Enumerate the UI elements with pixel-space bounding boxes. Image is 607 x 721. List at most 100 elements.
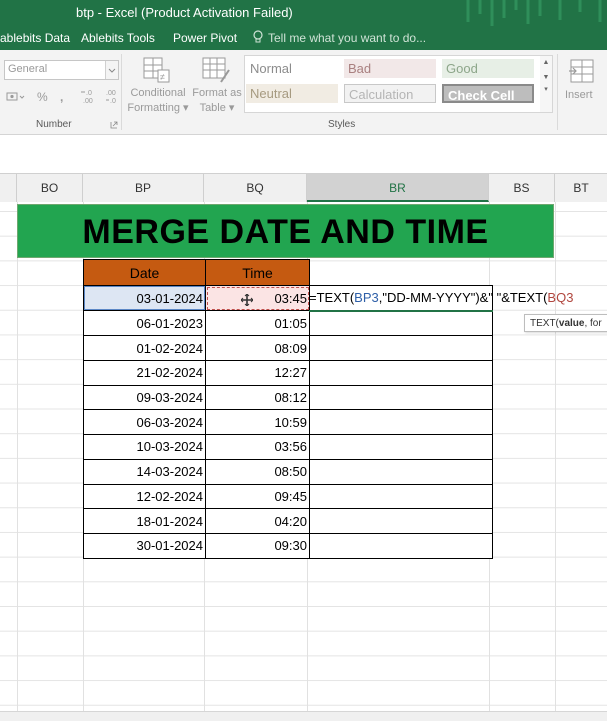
- time-cell[interactable]: 08:09: [205, 335, 310, 362]
- increase-decimal-icon[interactable]: .0 .00: [80, 87, 98, 105]
- tooltip-rest: , for: [584, 318, 602, 329]
- number-format-dropdown[interactable]: General: [4, 60, 119, 80]
- chevron-down-icon[interactable]: [105, 61, 118, 79]
- formula-part-2: ,"DD-MM-YYYY")&" "&TEXT(: [378, 290, 548, 305]
- ribbon: General % , .0 .00 .00 .0 Number ≠ Condi…: [0, 50, 607, 135]
- column-headers: BO BP BQ BR BS BT: [0, 173, 607, 203]
- date-cell[interactable]: 01-02-2024: [83, 335, 206, 362]
- in-cell-formula[interactable]: =TEXT(BP3,"DD-MM-YYYY")&" "&TEXT(BQ3: [309, 290, 607, 308]
- style-normal[interactable]: Normal: [246, 59, 338, 78]
- gallery-up-icon[interactable]: ▲: [540, 59, 552, 66]
- format-as-table-icon[interactable]: [201, 56, 231, 84]
- dialog-launcher-icon[interactable]: [110, 121, 118, 129]
- tab-ablebits-data[interactable]: ablebits Data: [0, 31, 70, 45]
- time-cell[interactable]: 08:50: [205, 458, 310, 485]
- tooltip-arg: value: [558, 318, 585, 329]
- conditional-formatting-button[interactable]: Conditional Formatting ▾: [127, 86, 189, 116]
- column-header-bt[interactable]: BT: [555, 174, 607, 202]
- number-format-value: General: [8, 63, 48, 75]
- currency-format-icon[interactable]: [6, 90, 26, 104]
- percent-style-button[interactable]: %: [37, 90, 48, 104]
- format-as-table-label-2: Table ▾: [199, 102, 235, 114]
- decrease-decimal-icon[interactable]: .00 .0: [104, 87, 122, 105]
- tab-ablebits-tools[interactable]: Ablebits Tools: [81, 31, 155, 45]
- format-as-table-button[interactable]: Format as Table ▾: [190, 86, 244, 116]
- cell-cursor-icon: [241, 294, 253, 306]
- ribbon-tabs: ablebits Data Ablebits Tools Power Pivot…: [0, 26, 607, 50]
- time-cell[interactable]: 09:45: [205, 483, 310, 510]
- header-date[interactable]: Date: [83, 259, 206, 286]
- time-cell[interactable]: 10:59: [205, 409, 310, 436]
- time-cell[interactable]: 01:05: [205, 310, 310, 337]
- date-cell[interactable]: 10-03-2024: [83, 434, 206, 460]
- select-all-corner[interactable]: [0, 174, 17, 202]
- formula-ref-bp3: BP3: [354, 290, 379, 305]
- date-cell[interactable]: 18-01-2024: [83, 508, 206, 534]
- gallery-scrollbar[interactable]: ▲ ▼ ▾: [540, 55, 553, 113]
- formula-part-1: =TEXT(: [309, 290, 355, 305]
- column-header-bo[interactable]: BO: [17, 174, 83, 202]
- svg-text:.00: .00: [106, 90, 116, 97]
- time-cell[interactable]: 09:30: [205, 532, 310, 559]
- time-cell[interactable]: 03:45: [205, 284, 310, 312]
- conditional-formatting-icon[interactable]: ≠: [142, 56, 172, 84]
- result-cell[interactable]: [309, 360, 493, 386]
- cell-styles-gallery: Normal Bad Good Neutral Calculation Chec…: [244, 55, 542, 113]
- svg-text:≠: ≠: [160, 72, 165, 82]
- column-header-bs[interactable]: BS: [489, 174, 555, 202]
- tooltip-fn: TEXT(: [530, 318, 559, 329]
- gridline: [555, 202, 556, 712]
- header-blank-cell[interactable]: [309, 259, 492, 286]
- style-good[interactable]: Good: [442, 59, 534, 78]
- date-cell[interactable]: 21-02-2024: [83, 360, 206, 386]
- tell-me-input[interactable]: Tell me what you want to do...: [268, 31, 426, 45]
- styles-group-label: Styles: [328, 119, 356, 130]
- table-row: 18-01-2024 04:20: [83, 508, 493, 534]
- time-cell[interactable]: 12:27: [205, 360, 310, 386]
- insert-cells-icon: [569, 59, 594, 83]
- insert-button[interactable]: Insert: [563, 54, 601, 106]
- tab-power-pivot[interactable]: Power Pivot: [173, 31, 237, 45]
- column-header-bp[interactable]: BP: [83, 174, 204, 202]
- header-time[interactable]: Time: [205, 259, 310, 286]
- style-neutral[interactable]: Neutral: [246, 84, 338, 103]
- table-row: 12-02-2024 09:45: [83, 483, 493, 510]
- date-cell[interactable]: 06-03-2024: [83, 409, 206, 436]
- result-cell[interactable]: [309, 409, 493, 436]
- style-bad[interactable]: Bad: [344, 59, 436, 78]
- comma-style-button[interactable]: ,: [60, 90, 63, 104]
- result-cell[interactable]: [309, 310, 493, 337]
- result-cell[interactable]: [309, 434, 493, 460]
- style-calculation[interactable]: Calculation: [344, 84, 436, 103]
- date-cell[interactable]: 06-01-2023: [83, 310, 206, 337]
- style-check-cell[interactable]: Check Cell: [442, 84, 534, 103]
- result-cell[interactable]: [309, 532, 493, 559]
- date-cell[interactable]: 12-02-2024: [83, 483, 206, 510]
- time-cell[interactable]: 03:56: [205, 434, 310, 460]
- date-cell[interactable]: 30-01-2024: [83, 532, 206, 559]
- date-cell[interactable]: 03-01-2024: [83, 284, 206, 312]
- result-cell[interactable]: [309, 335, 493, 362]
- merged-title-cell[interactable]: MERGE DATE AND TIME: [17, 204, 554, 258]
- date-cell[interactable]: 14-03-2024: [83, 458, 206, 485]
- column-header-bq[interactable]: BQ: [204, 174, 307, 202]
- table-row: 09-03-2024 08:12: [83, 384, 493, 411]
- time-cell[interactable]: 08:12: [205, 384, 310, 411]
- gridline: [17, 202, 18, 712]
- date-cell[interactable]: 09-03-2024: [83, 384, 206, 411]
- group-separator: [121, 54, 122, 130]
- conditional-formatting-label-2: Formatting ▾: [127, 102, 189, 114]
- result-cell[interactable]: [309, 483, 493, 510]
- gallery-more-icon[interactable]: ▾: [540, 85, 552, 93]
- group-separator: [557, 54, 558, 130]
- result-cell[interactable]: [309, 384, 493, 411]
- result-cell[interactable]: [309, 508, 493, 534]
- function-tooltip: TEXT(value, for: [524, 314, 607, 332]
- time-cell[interactable]: 04:20: [205, 508, 310, 534]
- result-cell[interactable]: [309, 458, 493, 485]
- column-header-br[interactable]: BR: [307, 174, 489, 202]
- table-row: 21-02-2024 12:27: [83, 360, 493, 386]
- title-bar-pattern-icon: [466, 0, 602, 26]
- gallery-down-icon[interactable]: ▼: [540, 74, 552, 81]
- table-row: 10-03-2024 03:56: [83, 434, 493, 460]
